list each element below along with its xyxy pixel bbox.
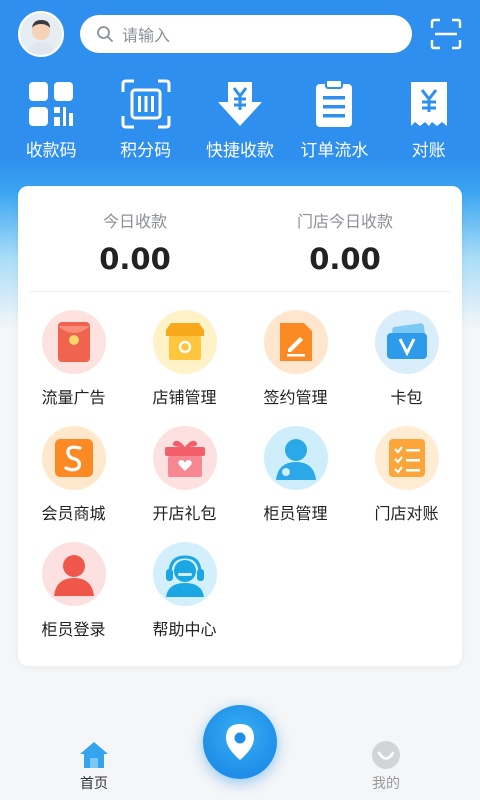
feature-icon-bg [41,426,106,490]
main-card: 今日收款 0.00 门店今日收款 0.00 流量广告 店铺管理 签约管理 卡包 … [18,186,462,666]
card-wallet-icon [386,323,427,359]
feature-icon-bg [152,542,217,606]
stat-value: 0.00 [309,242,381,276]
quick-action-label: 订单流水 [300,141,369,161]
feature-label: 开店礼包 [152,504,217,523]
help-center-icon [165,555,204,597]
feature-member-mall[interactable]: 会员商城 [18,426,129,542]
feature-label: 卡包 [390,388,423,407]
feature-store-reconcile[interactable]: 门店对账 [351,426,462,542]
tab-label: 我的 [372,776,400,792]
quick-action-label: 对账 [411,141,446,161]
quick-action-label: 积分码 [120,141,172,161]
feature-contract-manage[interactable]: 签约管理 [240,310,351,426]
quick-action-label: 收款码 [25,141,77,161]
stat-store-today-income[interactable]: 门店今日收款 0.00 [240,186,450,291]
stat-today-income[interactable]: 今日收款 0.00 [30,186,240,291]
feature-label: 门店对账 [374,504,439,523]
feature-help-center[interactable]: 帮助中心 [129,542,240,658]
scan-icon[interactable] [430,18,462,50]
user-avatar-icon [27,20,55,55]
feature-staff-login[interactable]: 柜员登录 [18,542,129,658]
quick-action-reconcile[interactable]: 对账 [383,78,475,170]
feature-icon-bg [263,426,328,490]
staff-manage-icon [275,439,316,480]
search-icon [97,26,113,42]
quick-action-order-flow[interactable]: 订单流水 [288,78,380,170]
tab-label: 首页 [80,776,108,792]
home-icon [80,742,108,768]
feature-staff-manage[interactable]: 柜员管理 [240,426,351,542]
tab-home[interactable]: 首页 [49,740,139,793]
feature-label: 店铺管理 [152,388,217,407]
yen-download-icon [217,82,262,126]
stat-label: 门店今日收款 [296,212,393,231]
staff-login-icon [53,555,94,596]
feature-label: 会员商城 [41,504,106,523]
feature-traffic-ads[interactable]: 流量广告 [18,310,129,426]
smile-user-icon [372,741,400,769]
feature-icon-bg [41,542,106,606]
stat-value: 0.00 [99,242,171,276]
quick-action-collect-code[interactable]: 收款码 [5,78,97,170]
feature-icon-bg [152,310,217,374]
feature-label: 流量广告 [41,388,106,407]
stats-row: 今日收款 0.00 门店今日收款 0.00 [30,186,450,292]
quick-actions: 收款码 积分码 快捷收款 订单流水 对账 [0,78,480,170]
avatar[interactable] [18,11,64,57]
feature-card-wallet[interactable]: 卡包 [351,310,462,426]
gift-box-icon [164,440,205,477]
location-fab-button[interactable] [203,705,277,779]
quick-action-label: 快捷收款 [205,141,274,161]
search-input[interactable]: 请输入 [80,15,412,53]
qr-grid-icon [29,82,74,126]
red-envelope-icon [57,322,90,362]
yen-receipt-icon [410,82,447,126]
feature-icon-bg [152,426,217,490]
barcode-scan-icon [121,79,171,129]
member-mall-icon [54,439,93,477]
shop-icon [165,323,204,360]
feature-shop-manage[interactable]: 店铺管理 [129,310,240,426]
quick-action-fast-collect[interactable]: 快捷收款 [194,78,286,170]
stat-label: 今日收款 [102,212,167,231]
feature-label: 柜员管理 [263,504,328,523]
feature-icon-bg [374,310,439,374]
feature-grid: 流量广告 店铺管理 签约管理 卡包 会员商城 开店礼包 柜员管理 门店对账 柜员… [18,292,462,658]
feature-label: 帮助中心 [152,620,217,639]
feature-icon-bg [263,310,328,374]
quick-action-points-code[interactable]: 积分码 [100,78,192,170]
sign-document-icon [279,323,312,361]
feature-icon-bg [374,426,439,490]
order-list-icon [316,79,353,127]
top-bar: 请输入 [0,0,480,68]
feature-label: 柜员登录 [41,620,106,639]
search-placeholder: 请输入 [122,26,171,45]
store-reconcile-icon [388,439,425,477]
feature-label: 签约管理 [263,388,328,407]
feature-icon-bg [41,310,106,374]
location-pin-icon [226,724,254,760]
feature-opening-gift[interactable]: 开店礼包 [129,426,240,542]
tab-mine[interactable]: 我的 [341,740,431,793]
